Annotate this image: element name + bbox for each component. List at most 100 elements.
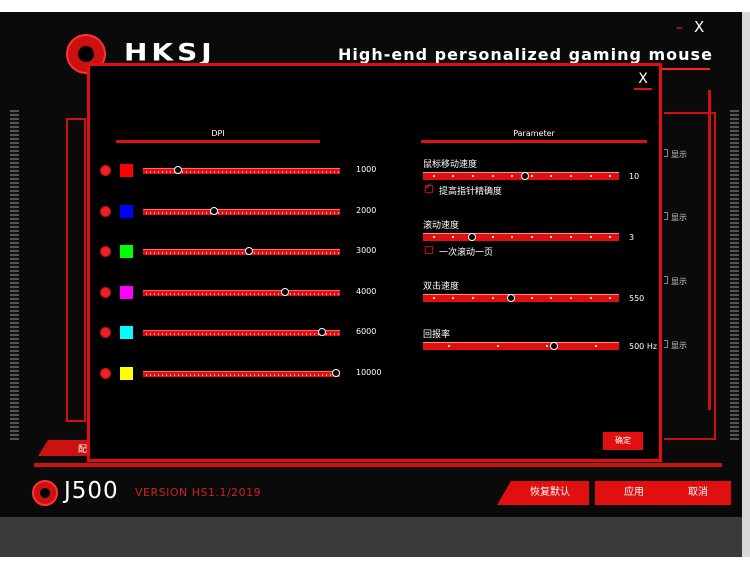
parameter-value: 500 Hz bbox=[629, 342, 658, 351]
restore-defaults-button[interactable]: 恢复默认 bbox=[497, 481, 589, 505]
dpi-level-row: 3000 bbox=[100, 245, 380, 259]
dpi-level-row: 6000 bbox=[100, 326, 380, 340]
dpi-slider-thumb[interactable] bbox=[174, 166, 183, 174]
parameter-section-title: Parameter bbox=[513, 129, 555, 138]
slider-tick bbox=[589, 297, 592, 299]
parameter-slider-thumb[interactable] bbox=[468, 233, 476, 241]
version-text: VERSION HS1.1/2019 bbox=[135, 486, 262, 499]
parameter-slider[interactable] bbox=[423, 294, 619, 302]
minimize-button[interactable]: – bbox=[676, 20, 688, 36]
parameter-label: 双击速度 bbox=[423, 282, 460, 292]
background-show-label: 显示 bbox=[671, 341, 687, 350]
left-grill-decoration bbox=[10, 110, 19, 440]
background-show-checkbox[interactable] bbox=[664, 149, 668, 157]
parameter-slider[interactable] bbox=[423, 233, 619, 241]
slider-tick bbox=[550, 236, 553, 238]
dpi-level-row: 4000 bbox=[100, 286, 380, 300]
window-close-button[interactable]: X bbox=[694, 18, 708, 36]
background-config-tab-label: 配 bbox=[78, 445, 88, 455]
cancel-button[interactable]: 取消 bbox=[665, 481, 731, 505]
parameter-slider[interactable] bbox=[423, 342, 619, 350]
background-show-checkbox[interactable] bbox=[664, 276, 668, 284]
dialog-close-button[interactable]: X bbox=[634, 70, 652, 90]
background-show-checkbox[interactable] bbox=[664, 340, 668, 348]
background-accent-bar bbox=[708, 90, 711, 410]
dpi-color-swatch[interactable] bbox=[120, 164, 133, 177]
parameter-label: 回报率 bbox=[423, 330, 451, 340]
parameter-slider[interactable] bbox=[423, 172, 619, 180]
parameter-checkbox[interactable] bbox=[425, 246, 433, 254]
dpi-slider-thumb[interactable] bbox=[318, 328, 327, 336]
dpi-slider-thumb[interactable] bbox=[332, 369, 341, 377]
dpi-slider[interactable] bbox=[143, 207, 340, 215]
background-show-label: 显示 bbox=[671, 277, 687, 286]
dpi-level-radio[interactable] bbox=[100, 368, 111, 379]
dpi-slider[interactable] bbox=[143, 247, 340, 255]
app-tagline: High-end personalized gaming mouse bbox=[338, 45, 713, 64]
dpi-level-radio[interactable] bbox=[100, 246, 111, 257]
slider-tick bbox=[609, 297, 612, 299]
slider-tick bbox=[609, 175, 612, 177]
dpi-color-swatch[interactable] bbox=[120, 367, 133, 380]
slider-tick bbox=[550, 297, 553, 299]
slider-tick bbox=[530, 175, 533, 177]
parameter-checkbox[interactable] bbox=[425, 182, 433, 193]
parameter-checkbox-label: 提高指针精确度 bbox=[439, 187, 503, 197]
dpi-level-row: 1000 bbox=[100, 164, 380, 178]
dpi-slider[interactable] bbox=[143, 166, 340, 174]
slider-tick bbox=[447, 345, 450, 347]
slider-tick bbox=[452, 236, 455, 238]
dpi-value: 3000 bbox=[356, 246, 377, 255]
apply-button[interactable]: 应用 bbox=[595, 481, 673, 505]
parameter-slider-thumb[interactable] bbox=[550, 342, 559, 350]
slider-tick bbox=[472, 175, 474, 177]
parameter-value: 3 bbox=[629, 233, 635, 242]
slider-tick bbox=[511, 236, 514, 238]
dpi-color-swatch[interactable] bbox=[120, 286, 133, 299]
slider-tick bbox=[545, 345, 548, 347]
parameter-slider-thumb[interactable] bbox=[507, 294, 516, 302]
slider-tick bbox=[609, 236, 612, 238]
dpi-level-row: 10000 bbox=[100, 367, 382, 381]
slider-tick bbox=[570, 236, 572, 238]
dpi-level-radio[interactable] bbox=[100, 327, 111, 338]
slider-tick bbox=[452, 175, 455, 177]
parameter-slider-thumb[interactable] bbox=[520, 172, 529, 180]
slider-tick bbox=[530, 236, 533, 238]
parameter-value: 550 bbox=[629, 294, 645, 303]
slider-tick bbox=[589, 236, 592, 238]
background-show-label: 显示 bbox=[671, 150, 687, 159]
slider-tick bbox=[589, 175, 592, 177]
slider-tick bbox=[530, 297, 533, 299]
dpi-slider-thumb[interactable] bbox=[209, 207, 218, 215]
dpi-color-swatch[interactable] bbox=[120, 205, 133, 218]
footer-divider bbox=[34, 463, 722, 467]
right-grill-decoration bbox=[730, 110, 739, 440]
background-show-label: 显示 bbox=[671, 213, 687, 222]
slider-tick bbox=[432, 175, 435, 177]
slider-tick bbox=[550, 175, 553, 177]
background-left-panel bbox=[66, 118, 86, 422]
dpi-slider[interactable] bbox=[143, 369, 341, 377]
dpi-section-divider bbox=[116, 140, 320, 143]
confirm-button[interactable]: 确定 bbox=[603, 432, 643, 450]
slider-tick bbox=[491, 175, 494, 177]
desktop-strip bbox=[0, 517, 742, 557]
dpi-slider[interactable] bbox=[143, 288, 340, 296]
slider-tick bbox=[496, 345, 499, 347]
dpi-slider-thumb[interactable] bbox=[280, 288, 289, 296]
slider-tick bbox=[452, 297, 455, 299]
background-show-checkbox[interactable] bbox=[664, 212, 668, 220]
dpi-value: 10000 bbox=[356, 368, 382, 377]
parameter-label: 鼠标移动速度 bbox=[423, 160, 478, 170]
dpi-slider[interactable] bbox=[143, 328, 340, 336]
dpi-level-radio[interactable] bbox=[100, 165, 111, 176]
desktop-edge bbox=[742, 12, 750, 557]
dpi-level-radio[interactable] bbox=[100, 206, 111, 217]
dpi-color-swatch[interactable] bbox=[120, 326, 133, 339]
dpi-slider-thumb[interactable] bbox=[245, 247, 254, 255]
dpi-color-swatch[interactable] bbox=[120, 245, 133, 258]
dpi-value: 6000 bbox=[356, 327, 377, 336]
dpi-section-title: DPI bbox=[211, 129, 225, 138]
dpi-level-radio[interactable] bbox=[100, 287, 111, 298]
